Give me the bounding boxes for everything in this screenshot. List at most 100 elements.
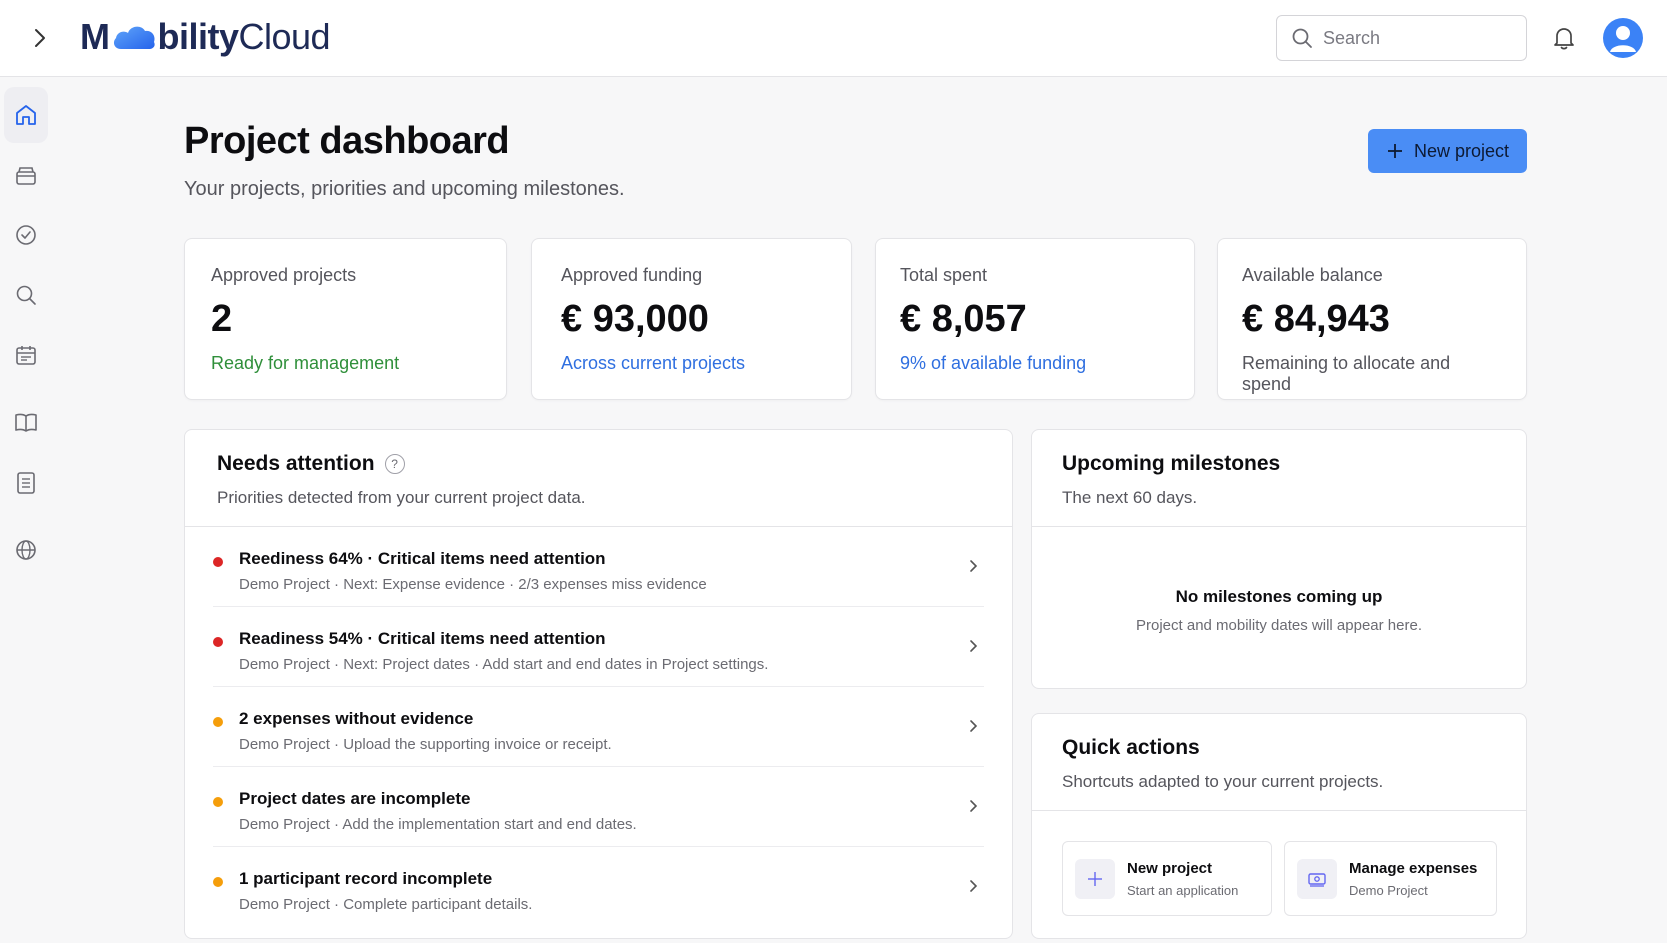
chevron-right-icon <box>970 560 978 572</box>
sidebar-item-language[interactable] <box>4 522 48 578</box>
attention-item[interactable]: 1 participant record incomplete Demo Pro… <box>213 847 984 927</box>
attention-meta: Demo Project · Next: Expense evidence · … <box>239 576 707 593</box>
check-circle-icon <box>16 225 36 245</box>
plus-icon <box>1075 859 1115 899</box>
app-logo[interactable]: M bility Cloud <box>80 14 331 60</box>
inbox-icon <box>16 167 36 185</box>
quick-action-manage-expenses[interactable]: Manage expenses Demo Project <box>1284 841 1497 916</box>
search-icon <box>1292 28 1312 48</box>
upcoming-milestones-panel: Upcoming milestones The next 60 days. No… <box>1031 429 1527 689</box>
stat-value: € 84,943 <box>1242 298 1390 340</box>
sidebar-item-inbox[interactable] <box>4 147 48 203</box>
quick-action-subtitle: Demo Project <box>1349 883 1428 898</box>
attention-title: Reediness 64% · Critical items need atte… <box>239 549 606 568</box>
attention-item[interactable]: Readiness 54% · Critical items need atte… <box>213 607 984 687</box>
calendar-icon <box>16 346 36 365</box>
stat-value: € 8,057 <box>900 298 1027 340</box>
empty-description: Project and mobility dates will appear h… <box>1136 617 1422 634</box>
attention-title: 1 participant record incomplete <box>239 869 493 888</box>
warning-dot-icon <box>213 717 223 727</box>
money-icon <box>1297 859 1337 899</box>
divider <box>1032 810 1526 811</box>
search-input[interactable]: Search <box>1276 15 1527 61</box>
critical-dot-icon <box>213 637 223 647</box>
stat-note: Ready for management <box>211 353 400 373</box>
stat-label: Approved projects <box>211 265 357 285</box>
stat-label: Available balance <box>1242 265 1383 285</box>
quick-action-title: Manage expenses <box>1349 860 1478 877</box>
empty-title: No milestones coming up <box>1175 587 1383 606</box>
stat-card-approved-projects: Approved projects 2 Ready for management <box>184 238 507 400</box>
stat-note: Across current projects <box>561 353 746 373</box>
logo-text-bold: bility <box>157 16 240 57</box>
page-subtitle: Your projects, priorities and upcoming m… <box>184 178 625 200</box>
globe-icon <box>16 540 36 560</box>
plus-icon <box>1387 144 1402 158</box>
logo-text-light: Cloud <box>238 16 331 57</box>
stat-label: Total spent <box>900 265 988 285</box>
sidebar-item-search[interactable] <box>4 267 48 323</box>
attention-item[interactable]: 2 expenses without evidence Demo Project… <box>213 687 984 767</box>
home-icon <box>16 105 36 125</box>
sidebar <box>0 77 52 943</box>
panel-title: Upcoming milestones <box>1062 452 1281 475</box>
attention-item[interactable]: Project dates are incomplete Demo Projec… <box>213 767 984 847</box>
sidebar-item-guide[interactable] <box>4 394 48 450</box>
help-icon[interactable]: ? <box>384 454 405 474</box>
page-title: Project dashboard <box>184 120 510 162</box>
document-icon <box>17 472 35 494</box>
warning-dot-icon <box>213 877 223 887</box>
chevron-right-icon <box>970 880 978 892</box>
stat-card-approved-funding: Approved funding € 93,000 Across current… <box>531 238 852 400</box>
stat-card-available-balance: Available balance € 84,943 Remaining to … <box>1217 238 1527 400</box>
stat-value: 2 <box>211 298 233 340</box>
critical-dot-icon <box>213 557 223 567</box>
stat-note: 9% of available funding <box>900 353 1087 373</box>
panel-description: Priorities detected from your current pr… <box>217 488 586 507</box>
bell-icon[interactable] <box>1550 24 1578 52</box>
stat-label: Approved funding <box>561 265 703 285</box>
chevron-right-icon <box>35 29 45 47</box>
chevron-right-icon <box>970 640 978 652</box>
top-bar: M bility Cloud Search <box>0 0 1667 77</box>
sidebar-item-tasks[interactable] <box>4 207 48 263</box>
new-project-label: New project <box>1413 140 1510 161</box>
attention-title: Project dates are incomplete <box>239 789 471 808</box>
attention-meta: Demo Project · Next: Project dates · Add… <box>239 656 769 673</box>
search-icon <box>16 285 36 305</box>
panel-description: Shortcuts adapted to your current projec… <box>1062 772 1384 791</box>
sidebar-item-calendar[interactable] <box>4 327 48 383</box>
stat-card-total-spent: Total spent € 8,057 9% of available fund… <box>875 238 1195 400</box>
attention-title: 2 expenses without evidence <box>239 709 474 728</box>
search-placeholder: Search <box>1323 27 1381 48</box>
panel-title: Needs attention <box>217 452 375 475</box>
attention-meta: Demo Project · Complete participant deta… <box>239 896 533 913</box>
sidebar-item-documents[interactable] <box>4 455 48 511</box>
user-icon <box>1610 26 1636 52</box>
quick-actions-panel: Quick actions Shortcuts adapted to your … <box>1031 713 1527 939</box>
milestones-empty-state: No milestones coming up Project and mobi… <box>1032 526 1526 688</box>
chevron-right-icon <box>970 800 978 812</box>
attention-meta: Demo Project · Upload the supporting inv… <box>239 736 612 753</box>
stat-note: Remaining to allocate and spend <box>1242 353 1451 394</box>
attention-item[interactable]: Reediness 64% · Critical items need atte… <box>213 527 984 607</box>
needs-attention-panel: Needs attention ? Priorities detected fr… <box>184 429 1013 939</box>
logo-letter: M <box>80 16 110 57</box>
quick-action-new-project[interactable]: New project Start an application <box>1062 841 1272 916</box>
chevron-right-icon <box>970 720 978 732</box>
stat-value: € 93,000 <box>561 298 709 340</box>
avatar[interactable] <box>1603 18 1643 58</box>
expand-sidebar-button[interactable] <box>26 24 54 52</box>
attention-meta: Demo Project · Add the implementation st… <box>239 816 637 833</box>
attention-list: Reediness 64% · Critical items need atte… <box>185 526 1012 927</box>
warning-dot-icon <box>213 797 223 807</box>
sidebar-item-home[interactable] <box>4 87 48 143</box>
new-project-button[interactable]: New project <box>1368 129 1527 173</box>
quick-action-subtitle: Start an application <box>1127 883 1239 898</box>
quick-action-title: New project <box>1127 860 1213 877</box>
attention-title: Readiness 54% · Critical items need atte… <box>239 629 606 648</box>
panel-title: Quick actions <box>1062 736 1200 759</box>
panel-description: The next 60 days. <box>1062 488 1198 507</box>
book-icon <box>15 413 37 432</box>
cloud-logo-icon <box>113 26 155 49</box>
